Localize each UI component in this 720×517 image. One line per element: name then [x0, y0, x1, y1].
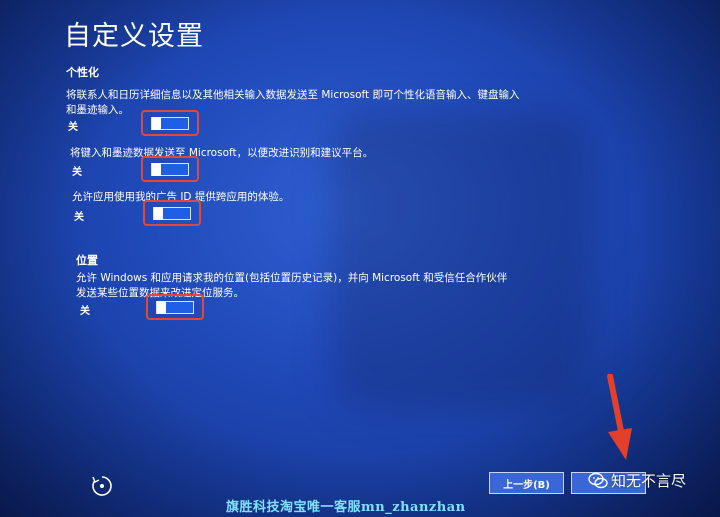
section-heading-location: 位置	[76, 254, 98, 267]
toggle-knob	[152, 117, 161, 130]
highlight-box-inking	[141, 156, 199, 182]
toggle-location[interactable]	[156, 301, 194, 314]
setting-description-advertising-id: 允许应用使用我的广告 ID 提供跨应用的体验。	[72, 191, 290, 203]
bottom-watermark: 旗胜科技淘宝唯一客服mn_zhanzhan	[226, 500, 466, 515]
setting-state-speech: 关	[68, 122, 78, 133]
highlight-box-advertising-id	[143, 200, 201, 226]
setting-description-location: 允许 Windows 和应用请求我的位置(包括位置历史记录)，并向 Micros…	[76, 272, 508, 299]
watermark-badge-text: 知无不言尽	[611, 472, 687, 490]
setting-description-speech: 将联系人和日历详细信息以及其他相关输入数据发送至 Microsoft 即可个性化…	[66, 89, 520, 116]
toggle-knob	[152, 163, 161, 176]
toggle-inking[interactable]	[151, 163, 189, 176]
setting-state-location: 关	[80, 306, 90, 317]
toggle-speech[interactable]	[151, 117, 189, 130]
toggle-advertising-id[interactable]	[153, 207, 191, 220]
page-title: 自定义设置	[64, 21, 204, 52]
ease-of-access-icon[interactable]	[90, 474, 114, 498]
toggle-knob	[157, 301, 166, 314]
highlight-box-speech	[141, 110, 199, 136]
watermark-badge: 知无不言尽	[588, 470, 686, 491]
setting-state-advertising-id: 关	[74, 212, 84, 223]
setting-state-inking: 关	[72, 167, 82, 178]
wechat-icon	[588, 472, 608, 488]
section-heading-personalization: 个性化	[66, 66, 99, 79]
highlight-box-location	[146, 294, 204, 320]
toggle-knob	[154, 207, 163, 220]
back-button[interactable]: 上一步(B)	[489, 472, 564, 494]
setting-description-inking: 将键入和墨迹数据发送至 Microsoft，以便改进识别和建议平台。	[70, 147, 374, 159]
red-down-arrow-icon	[607, 374, 632, 460]
